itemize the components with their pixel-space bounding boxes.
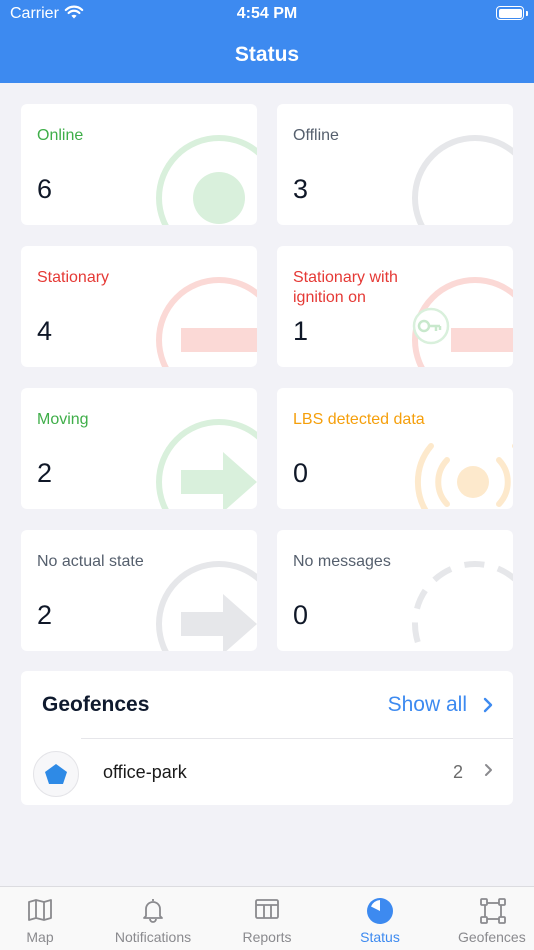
geofence-icon [480,898,506,924]
tab-label: Status [360,929,400,945]
offline-status-icon [412,135,513,225]
tab-label: Map [26,929,54,945]
show-all-label: Show all [387,693,467,716]
card-count: 1 [293,316,309,346]
card-offline[interactable]: Offline 3 [277,104,513,225]
header-bar: Carrier 4:54 PM Status [0,0,534,83]
card-moving[interactable]: Moving 2 [21,388,257,509]
battery-icon [496,6,528,20]
table-icon [255,899,279,919]
card-count: 0 [293,458,309,488]
status-bar: Carrier 4:54 PM [0,0,534,28]
geofences-panel: Geofences Show all office-park 2 [21,671,513,805]
stationary-ignition-status-icon [412,277,513,367]
pentagon-icon [45,764,67,784]
geofences-title: Geofences [42,693,150,716]
lbs-signal-icon [414,443,513,509]
chevron-right-icon [485,764,492,776]
card-lbs[interactable]: LBS detected data 0 [277,388,513,509]
tab-label: Reports [242,929,292,945]
card-count: 2 [37,458,53,488]
tab-geofences[interactable]: Geofences [452,887,534,950]
geofence-unit-count: 2 [452,762,463,782]
online-status-icon [156,135,257,225]
bell-icon [143,899,163,923]
tab-reports[interactable]: Reports [222,887,312,950]
tab-label: Notifications [114,929,192,945]
show-all-button[interactable]: Show all [388,693,493,717]
stationary-status-icon [156,277,257,367]
card-stationary-ignition[interactable]: Stationary with ignition on 1 [277,246,513,367]
tab-notifications[interactable]: Notifications [104,887,202,950]
card-no-messages[interactable]: No messages 0 [277,530,513,651]
moving-status-icon [156,419,257,509]
card-stationary[interactable]: Stationary 4 [21,246,257,367]
list-item[interactable]: office-park 2 [21,739,513,805]
card-count: 4 [37,316,53,346]
tab-label: Geofences [458,929,526,945]
no-messages-icon [412,561,513,651]
no-actual-state-icon [156,561,257,651]
avatar [33,751,79,797]
geofence-name: office-park [103,762,187,782]
card-count: 3 [293,174,309,204]
tab-bar: Map Notifications Reports Status Geofenc… [0,886,534,950]
card-count: 0 [293,600,309,630]
pie-chart-icon [367,898,393,924]
card-online[interactable]: Online 6 [21,104,257,225]
clock: 4:54 PM [236,5,298,22]
card-count: 6 [37,174,53,204]
chevron-right-icon [483,697,493,713]
tab-map[interactable]: Map [0,887,80,950]
card-no-actual-state[interactable]: No actual state 2 [21,530,257,651]
tab-status[interactable]: Status [340,887,420,950]
map-icon [28,899,52,921]
card-count: 2 [37,600,53,630]
page-title: Status [234,43,300,66]
